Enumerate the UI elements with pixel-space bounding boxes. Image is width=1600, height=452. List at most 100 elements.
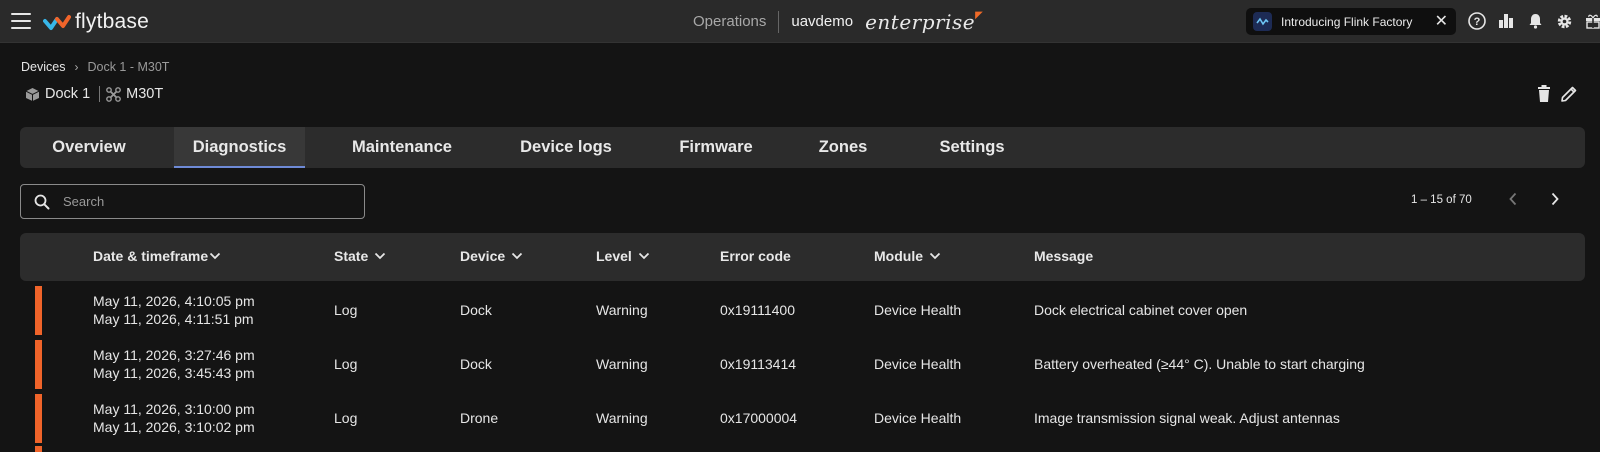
search-box	[20, 184, 365, 219]
search-input[interactable]	[63, 194, 333, 209]
analytics-icon[interactable]	[1495, 10, 1517, 32]
chevron-down-icon	[638, 252, 649, 260]
row-message: Dock electrical cabinet cover open	[1034, 302, 1248, 318]
column-label: Error code	[720, 248, 791, 264]
column-label: Level	[596, 248, 632, 264]
organization-name[interactable]: uavdemo	[791, 13, 853, 30]
chevron-right-icon: ›	[74, 60, 79, 74]
drone-name: M30T	[126, 86, 164, 102]
flink-icon	[1253, 12, 1272, 31]
row-error-code: 0x19111400	[720, 302, 795, 318]
row-start-time: May 11, 2026, 4:10:05 pm	[93, 293, 255, 309]
tab-overview[interactable]: Overview	[34, 127, 144, 168]
device-tabs: Overview Diagnostics Maintenance Device …	[20, 127, 1585, 168]
row-level: Warning	[596, 356, 648, 372]
brand-name: flytbase	[75, 10, 149, 33]
level-indicator	[35, 286, 42, 335]
row-level: Warning	[596, 302, 648, 318]
dock-icon	[25, 87, 40, 101]
tab-diagnostics[interactable]: Diagnostics	[174, 127, 305, 168]
row-message: Battery overheated (≥44° C). Unable to s…	[1034, 356, 1365, 372]
row-state: Log	[334, 356, 358, 372]
row-end-time: May 11, 2026, 4:11:51 pm	[93, 311, 254, 327]
device-title: Dock 1 M30T	[25, 86, 163, 102]
chevron-down-icon	[375, 252, 386, 260]
chevron-right-icon[interactable]	[1550, 192, 1560, 211]
row-module: Device Health	[874, 356, 962, 372]
row-error-code: 0x17000004	[720, 410, 798, 426]
column-label: Module	[874, 248, 923, 264]
search-icon	[34, 194, 50, 209]
help-icon[interactable]: ?	[1466, 10, 1488, 32]
level-indicator	[35, 446, 42, 452]
chevron-down-icon	[210, 252, 221, 260]
close-icon[interactable]: ✕	[1435, 11, 1448, 31]
nav-divider	[778, 10, 780, 33]
top-bar: flytbase Operations uavdemo enterprise◤ …	[0, 0, 1600, 43]
row-start-time: May 11, 2026, 3:27:46 pm	[93, 347, 255, 363]
row-device: Dock	[460, 356, 492, 372]
bell-icon[interactable]	[1524, 10, 1546, 32]
dock-name: Dock 1	[45, 86, 91, 102]
breadcrumb-devices-link[interactable]: Devices	[21, 60, 65, 74]
tab-maintenance[interactable]: Maintenance	[337, 127, 467, 168]
level-indicator	[35, 340, 42, 389]
announcement-text: Introducing Flink Factory	[1281, 14, 1413, 29]
operations-link[interactable]: Operations	[693, 13, 766, 30]
drone-icon	[106, 86, 122, 102]
tab-device-logs[interactable]: Device logs	[507, 127, 625, 168]
column-device[interactable]: Device	[460, 248, 523, 264]
level-indicator	[35, 394, 42, 443]
menu-icon[interactable]	[11, 13, 31, 29]
tab-firmware[interactable]: Firmware	[668, 127, 764, 168]
column-date-timeframe[interactable]: Date & timeframe	[93, 248, 221, 264]
column-level[interactable]: Level	[596, 248, 650, 264]
table-row[interactable]: May 11, 2026, 4:10:05 pm May 11, 2026, 4…	[20, 284, 1585, 337]
workspace-nav: Operations uavdemo enterprise◤	[693, 0, 983, 43]
row-end-time: May 11, 2026, 3:10:02 pm	[93, 419, 255, 435]
row-timeframe: May 11, 2026, 3:27:46 pm May 11, 2026, 3…	[93, 346, 255, 382]
tab-zones[interactable]: Zones	[807, 127, 879, 168]
row-end-time: May 11, 2026, 3:45:43 pm	[93, 365, 255, 381]
chevron-left-icon[interactable]	[1508, 192, 1518, 211]
flytbase-logo-icon	[43, 15, 71, 30]
edition-text: enterprise	[865, 9, 976, 34]
column-state[interactable]: State	[334, 248, 386, 264]
column-label: Device	[460, 248, 506, 264]
device-divider	[99, 86, 101, 102]
pencil-icon[interactable]	[1560, 85, 1578, 108]
row-state: Log	[334, 302, 358, 318]
device-actions	[1537, 85, 1578, 108]
row-level: Warning	[596, 410, 648, 426]
column-module[interactable]: Module	[874, 248, 941, 264]
column-message: Message	[1034, 248, 1093, 264]
column-error-code: Error code	[720, 248, 791, 264]
row-module: Device Health	[874, 410, 962, 426]
svg-text:?: ?	[1474, 16, 1481, 28]
column-label: State	[334, 248, 369, 264]
breadcrumb-current: Dock 1 - M30T	[87, 60, 170, 74]
row-error-code: 0x19113414	[720, 356, 797, 372]
gear-icon[interactable]	[1553, 10, 1575, 32]
announcement-banner[interactable]: Introducing Flink Factory ✕	[1246, 8, 1456, 35]
row-timeframe: May 11, 2026, 4:10:05 pm May 11, 2026, 4…	[93, 292, 255, 328]
column-label: Date & timeframe	[93, 248, 209, 264]
gift-icon[interactable]	[1582, 10, 1600, 32]
pagination-range: 1 – 15 of 70	[1411, 194, 1472, 206]
column-label: Message	[1034, 248, 1094, 264]
table-row[interactable]: May 11, 2026, 3:27:46 pm May 11, 2026, 3…	[20, 338, 1585, 391]
table-row[interactable]: May 11, 2026, 3:10:00 pm May 11, 2026, 3…	[20, 392, 1585, 445]
table-header: Date & timeframe State Device Level Erro…	[20, 233, 1585, 281]
trash-icon[interactable]	[1537, 85, 1551, 108]
chevron-down-icon	[512, 252, 523, 260]
edition-label: enterprise◤	[865, 10, 983, 34]
top-icons: ?	[1466, 10, 1600, 32]
chevron-down-icon	[929, 252, 941, 260]
row-device: Drone	[460, 410, 499, 426]
row-device: Dock	[460, 302, 492, 318]
brand-logo[interactable]: flytbase	[43, 9, 149, 35]
edition-mark-icon: ◤	[975, 9, 984, 21]
tab-settings[interactable]: Settings	[920, 127, 1024, 168]
breadcrumb: Devices › Dock 1 - M30T	[21, 60, 169, 74]
row-state: Log	[334, 410, 358, 426]
